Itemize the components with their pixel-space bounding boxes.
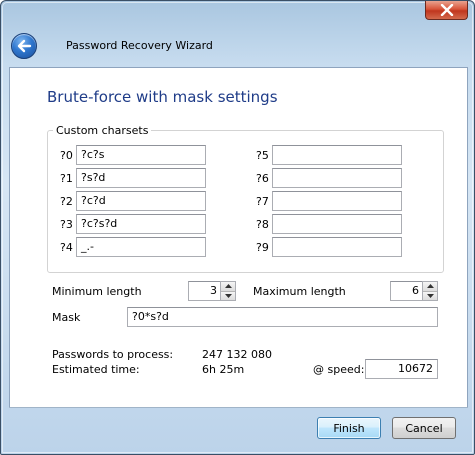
charset-label-8: ?8	[256, 218, 269, 231]
charset-input-8[interactable]	[272, 214, 402, 234]
max-length-arrows	[422, 281, 438, 301]
close-button[interactable]	[425, 1, 468, 20]
charset-input-3[interactable]: ?c?s?d	[76, 214, 206, 234]
passwords-to-process-label: Passwords to process:	[52, 348, 174, 361]
charset-label-3: ?3	[60, 218, 73, 231]
spin-down-icon[interactable]	[423, 290, 437, 300]
spin-up-icon[interactable]	[221, 282, 235, 291]
charset-label-4: ?4	[60, 241, 73, 254]
speed-label: @ speed:	[313, 363, 365, 376]
max-length-value[interactable]: 6	[390, 281, 422, 301]
min-length-stepper[interactable]: 3	[188, 281, 236, 301]
spin-down-icon[interactable]	[221, 290, 235, 300]
min-length-label: Minimum length	[52, 285, 142, 298]
footer-divider	[9, 407, 468, 408]
page-heading: Brute-force with mask settings	[47, 88, 278, 106]
charset-input-1[interactable]: ?s?d	[76, 168, 206, 188]
custom-charsets-legend: Custom charsets	[53, 124, 152, 137]
charset-label-0: ?0	[60, 149, 73, 162]
charset-input-9[interactable]	[272, 237, 402, 257]
charset-label-5: ?5	[256, 149, 269, 162]
back-arrow-icon	[17, 39, 32, 53]
spin-up-icon[interactable]	[423, 282, 437, 291]
charset-input-4[interactable]: _.-	[76, 237, 206, 257]
finish-button[interactable]: Finish	[317, 417, 381, 439]
charset-label-1: ?1	[60, 172, 73, 185]
estimated-time-value: 6h 25m	[202, 363, 245, 376]
charset-input-2[interactable]: ?c?d	[76, 191, 206, 211]
charset-label-2: ?2	[60, 195, 73, 208]
min-length-value[interactable]: 3	[188, 281, 220, 301]
charset-input-6[interactable]	[272, 168, 402, 188]
close-icon	[440, 4, 453, 16]
wizard-content: Brute-force with mask settings Custom ch…	[9, 67, 468, 408]
charset-input-7[interactable]	[272, 191, 402, 211]
wizard-title: Password Recovery Wizard	[66, 39, 213, 52]
charset-label-9: ?9	[256, 241, 269, 254]
back-button[interactable]	[11, 33, 37, 59]
max-length-stepper[interactable]: 6	[390, 281, 438, 301]
passwords-to-process-value: 247 132 080	[202, 348, 272, 361]
max-length-label: Maximum length	[253, 285, 346, 298]
speed-value: 10672	[365, 359, 438, 379]
charset-label-6: ?6	[256, 172, 269, 185]
mask-label: Mask	[52, 311, 81, 324]
estimated-time-label: Estimated time:	[52, 363, 140, 376]
min-length-arrows	[220, 281, 236, 301]
wizard-window: Password Recovery Wizard Brute-force wit…	[0, 0, 475, 455]
charset-input-0[interactable]: ?c?s	[76, 145, 206, 165]
charset-label-7: ?7	[256, 195, 269, 208]
charset-input-5[interactable]	[272, 145, 402, 165]
mask-input[interactable]: ?0*s?d	[127, 307, 438, 327]
cancel-button[interactable]: Cancel	[392, 417, 456, 439]
